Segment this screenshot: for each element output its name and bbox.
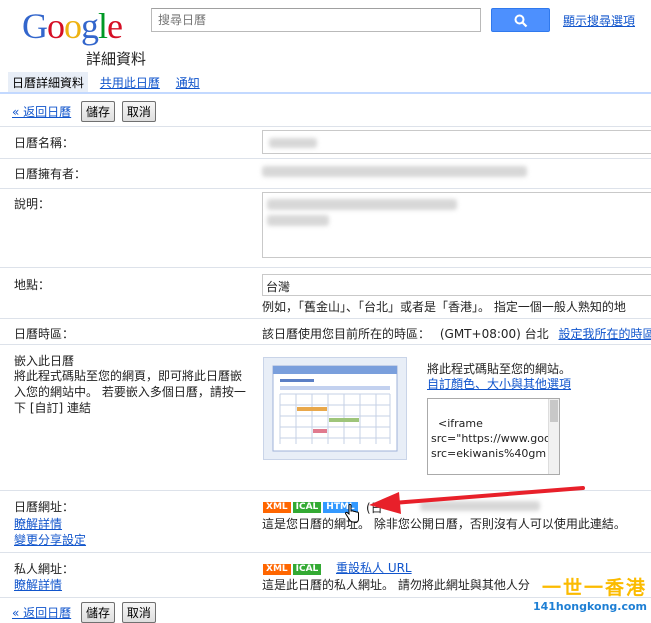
tab-share-calendar[interactable]: 共用此日曆: [96, 72, 164, 93]
search-input[interactable]: [152, 9, 480, 31]
back-to-calendar-link-bottom[interactable]: « 返回日曆: [12, 604, 71, 621]
location-label: 地點：: [14, 278, 51, 292]
embed-code-text: <iframe src="https://www.google.com/cale…: [431, 417, 560, 460]
hand-cursor-icon: [344, 504, 359, 523]
timezone-row: 該日曆使用您目前所在的時區： (GMT+08:00) 台北 設定我所在的時區: [262, 325, 651, 342]
watermark-url: 141hongkong.com: [532, 600, 647, 613]
calendar-name-field[interactable]: [262, 130, 651, 154]
timezone-label: 日曆時區：: [14, 327, 75, 341]
calendar-address-label: 日曆網址：: [14, 500, 75, 514]
watermark-title: 一世一香港: [541, 577, 647, 599]
embed-label: 嵌入此日曆: [14, 354, 75, 368]
red-arrow-annotation: [369, 486, 585, 514]
private-learn-more-link[interactable]: 瞭解詳情: [14, 576, 62, 593]
show-search-options-link[interactable]: 顯示搜尋選項: [563, 12, 635, 29]
timezone-text: 該日曆使用您目前所在的時區：: [262, 327, 431, 341]
calendar-owner-label: 日曆擁有者：: [14, 167, 87, 181]
page-title: 詳細資料: [86, 50, 147, 68]
reset-private-url-link[interactable]: 重設私人 URL: [336, 559, 412, 576]
save-button[interactable]: 儲存: [81, 101, 116, 122]
description-field[interactable]: [262, 192, 651, 258]
toolbar-bottom: « 返回日曆 儲存 取消: [12, 602, 159, 623]
timezone-zone: (GMT+08:00) 台北: [439, 327, 549, 341]
tab-calendar-details[interactable]: 日曆詳細資料: [8, 72, 89, 93]
private-xml-badge[interactable]: XML: [263, 564, 291, 575]
location-hint: 例如，「舊金山」、「台北」或者是「香港」。 指定一個一般人熟知的地: [262, 300, 626, 314]
embed-calendar-preview: [263, 357, 407, 460]
address-learn-more-link[interactable]: 瞭解詳情: [14, 515, 62, 532]
search-box[interactable]: [151, 8, 481, 32]
search-button[interactable]: [491, 8, 550, 32]
calendar-name-label: 日曆名稱：: [14, 136, 75, 150]
description-label: 說明：: [14, 197, 51, 211]
tab-bar: 日曆詳細資料 共用此日曆 通知: [8, 72, 208, 93]
location-field[interactable]: 台灣: [262, 274, 651, 296]
tab-notifications[interactable]: 通知: [172, 72, 204, 93]
embed-code-scrollbar[interactable]: [548, 399, 559, 474]
back-to-calendar-link[interactable]: « 返回日曆: [12, 103, 71, 120]
private-ical-badge[interactable]: ICAL: [292, 564, 322, 575]
change-sharing-settings-link[interactable]: 變更分享設定: [14, 531, 86, 548]
private-badges: XML ICAL: [263, 560, 323, 575]
xml-badge[interactable]: XML: [263, 502, 291, 513]
embed-description: 將此程式碼貼至您的網頁，即可將此日曆嵌入您的網站中。 若要嵌入多個日曆，請按一下…: [14, 369, 246, 415]
search-icon: [514, 14, 528, 28]
watermark: 一世一香港 141hongkong.com: [533, 573, 647, 613]
customize-embed-link[interactable]: 自訂顏色、大小與其他選項: [427, 375, 571, 392]
ical-badge[interactable]: ICAL: [292, 502, 322, 513]
location-value: 台灣: [266, 280, 291, 294]
cancel-button[interactable]: 取消: [121, 101, 156, 122]
save-button-bottom[interactable]: 儲存: [81, 602, 116, 623]
embed-code-textarea[interactable]: <iframe src="https://www.google.com/cale…: [427, 398, 560, 475]
google-logo[interactable]: Google: [22, 6, 123, 46]
cancel-button-bottom[interactable]: 取消: [121, 602, 156, 623]
toolbar-top: « 返回日曆 儲存 取消: [12, 101, 159, 122]
set-my-timezone-link[interactable]: 設定我所在的時區: [558, 327, 651, 341]
private-address-label: 私人網址：: [14, 562, 75, 576]
calendar-owner-value: [262, 166, 527, 178]
private-note: 這是此日曆的私人網址。 請勿將此網址與其他人分: [262, 578, 530, 592]
